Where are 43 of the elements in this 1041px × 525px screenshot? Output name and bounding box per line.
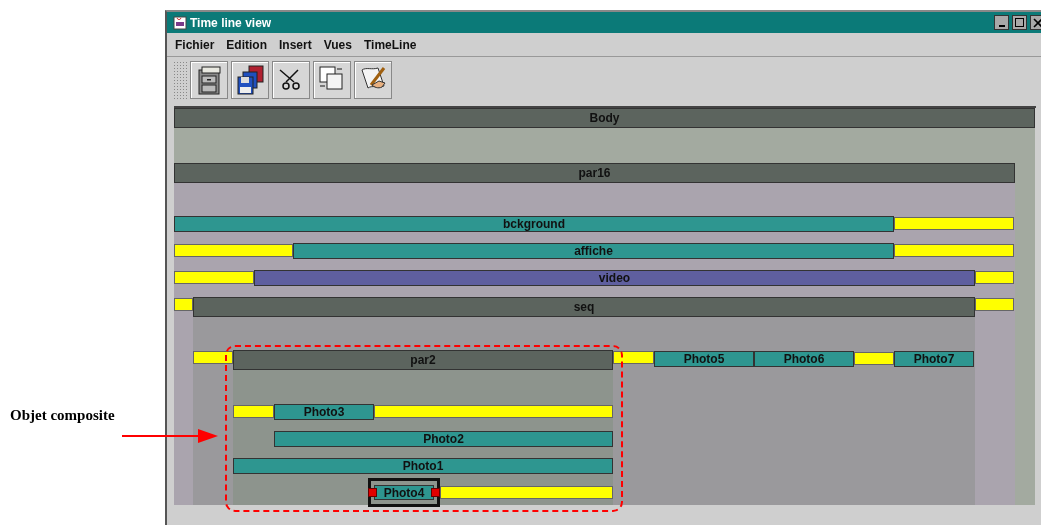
app-icon [173, 15, 187, 30]
copy-button[interactable] [313, 61, 351, 99]
save-button[interactable] [231, 61, 269, 99]
fill-bar [193, 351, 233, 364]
media-bar[interactable]: Photo6 [754, 351, 854, 367]
media-bar[interactable]: affiche [293, 243, 894, 259]
fill-bar [613, 351, 654, 364]
media-bar[interactable]: Photo1 [233, 458, 613, 474]
media-bar[interactable]: Photo7 [894, 351, 974, 367]
media-bar[interactable]: bckground [174, 216, 894, 232]
media-bar[interactable]: Photo2 [274, 431, 613, 447]
menu-item[interactable]: TimeLine [359, 35, 421, 54]
fill-bar [975, 298, 1014, 311]
window-title: Time line view [190, 14, 272, 32]
fill-bar [233, 405, 274, 418]
cut-button[interactable] [272, 61, 310, 99]
edit-button[interactable] [354, 61, 392, 99]
open-button[interactable] [190, 61, 228, 99]
group-header[interactable]: Body [174, 108, 1035, 128]
resize-handle[interactable] [431, 488, 440, 497]
maximize-icon [1015, 18, 1024, 27]
media-bar[interactable]: Photo4 [374, 485, 434, 500]
maximize-button[interactable] [1012, 15, 1027, 30]
menu-item[interactable]: Edition [222, 35, 272, 54]
media-bar[interactable]: Photo3 [274, 404, 374, 420]
menu-item[interactable]: Fichier [171, 35, 219, 54]
group-header[interactable]: seq [193, 297, 975, 317]
annotation-label: Objet composite [10, 406, 115, 425]
close-icon [1032, 17, 1041, 28]
group-header[interactable]: par16 [174, 163, 1015, 183]
media-bar[interactable]: video [254, 270, 975, 286]
menu-item[interactable]: Vues [319, 35, 356, 54]
minimize-button[interactable] [994, 15, 1009, 30]
menu-item[interactable]: Insert [275, 35, 316, 54]
media-bar[interactable]: Photo5 [654, 351, 754, 367]
resize-handle[interactable] [368, 488, 377, 497]
fill-bar [975, 271, 1014, 284]
floppy-disks-icon [235, 64, 265, 96]
fill-bar [174, 298, 193, 311]
close-button[interactable] [1030, 15, 1041, 30]
fill-bar [854, 352, 894, 365]
minimize-icon [998, 25, 1005, 27]
group-header[interactable]: par2 [233, 350, 613, 370]
